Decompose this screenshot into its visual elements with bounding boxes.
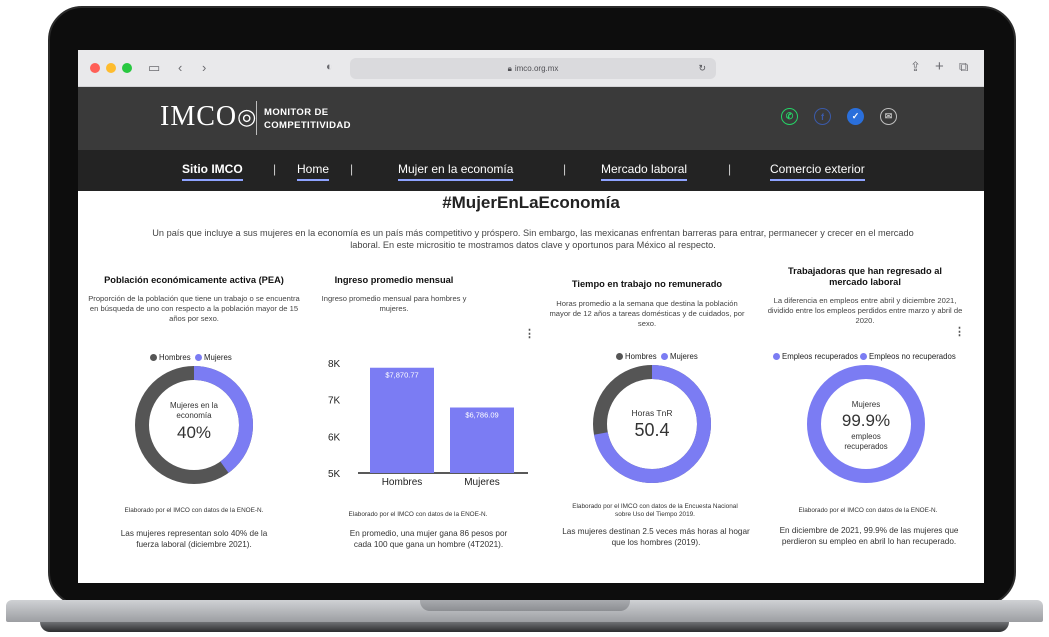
share-icon[interactable]: ⇪: [910, 59, 921, 75]
card-description: Horas promedio a la semana que destina l…: [549, 299, 745, 328]
twitter-icon[interactable]: ✓: [847, 108, 864, 125]
donut-center-text: Mujeres en la economía 40%: [169, 401, 219, 442]
card-description: Ingreso promedio mensual para hombres y …: [321, 294, 467, 313]
chart-legend: Empleos recuperados Empleos no recuperad…: [773, 352, 956, 361]
laptop-frame: ▭ ‹ › ◐ 🔒︎ imco.org.mx ↻ ⇪ + ⧉ IMCO◎ MON…: [0, 0, 1049, 637]
donut-center-text: Mujeres 99.9% empleos recuperados: [841, 400, 891, 451]
y-tick-label: 8K: [328, 359, 341, 370]
bar-data-label: $6,786.09: [465, 411, 498, 420]
card-title: Población económicamente activa (PEA): [104, 275, 284, 285]
card-description: La diferencia en empleos entre abril y d…: [767, 296, 963, 325]
bar-chart-ingreso: 5K 6K 7K 8K $7,870.77 Hombres $6,786.09 Mujeres: [328, 359, 528, 488]
forward-icon[interactable]: ›: [202, 60, 206, 75]
url-text: imco.org.mx: [514, 64, 559, 73]
y-tick-label: 5K: [328, 469, 341, 480]
back-icon[interactable]: ‹: [178, 60, 182, 75]
reload-icon[interactable]: ↻: [698, 63, 706, 74]
card-pea: Población económicamente activa (PEA) Pr…: [88, 275, 300, 324]
minimize-window-button[interactable]: [106, 63, 116, 73]
main-nav: Sitio IMCO | Home | Mujer en la economía…: [78, 150, 984, 191]
card-title: Trabajadoras que han regresado al mercad…: [788, 266, 942, 287]
chart-note: En promedio, una mujer gana 86 pesos por…: [349, 529, 508, 549]
chart-credit: Elaborado por el IMCO con datos de la EN…: [124, 507, 264, 514]
card-tiempo: Tiempo en trabajo no remunerado Horas pr…: [548, 275, 746, 329]
laptop-base: [0, 598, 1049, 637]
new-tab-icon[interactable]: +: [935, 58, 944, 75]
donut-center-text: Horas TnR 50.4: [631, 408, 673, 440]
browser-toolbar: ▭ ‹ › ◐ 🔒︎ imco.org.mx ↻ ⇪ + ⧉: [78, 50, 984, 87]
tabs-overview-icon[interactable]: ⧉: [959, 59, 968, 75]
x-category-label: Hombres: [382, 477, 423, 488]
site-header: IMCO◎ MONITOR DE COMPETITIVIDAD ✆ f ✓ ✉: [78, 87, 984, 150]
browser-window: ▭ ‹ › ◐ 🔒︎ imco.org.mx ↻ ⇪ + ⧉ IMCO◎ MON…: [78, 50, 984, 583]
nav-comercio-exterior[interactable]: Comercio exterior: [770, 162, 865, 181]
y-tick-label: 7K: [328, 396, 341, 407]
whatsapp-icon[interactable]: ✆: [781, 108, 798, 125]
more-options-icon[interactable]: ⋮: [524, 327, 535, 340]
card-ingreso: Ingreso promedio mensual Ingreso promedi…: [304, 275, 484, 314]
sidebar-icon[interactable]: ▭: [148, 60, 160, 76]
y-tick-label: 6K: [328, 432, 341, 443]
nav-mujer-economia[interactable]: Mujer en la economía: [398, 162, 514, 181]
x-category-label: Mujeres: [464, 477, 500, 488]
chart-legend: Hombres Mujeres: [150, 353, 232, 362]
nav-sitio-imco[interactable]: Sitio IMCO: [182, 162, 243, 181]
more-options-icon[interactable]: ⋮: [954, 325, 965, 338]
site-tagline: MONITOR DE COMPETITIVIDAD: [264, 107, 351, 131]
chart-legend: Hombres Mujeres: [616, 352, 698, 361]
nav-home[interactable]: Home: [297, 162, 330, 181]
chart-credit: Elaborado por el IMCO con datos de la EN…: [798, 507, 938, 514]
page-title: #MujerEnLaEconomía: [442, 193, 620, 212]
email-icon[interactable]: ✉: [880, 108, 897, 125]
close-window-button[interactable]: [90, 63, 100, 73]
main-content: #MujerEnLaEconomía Un país que incluye a…: [78, 191, 984, 583]
lock-icon: 🔒︎: [507, 63, 512, 73]
bar-data-label: $7,870.77: [385, 371, 418, 380]
chart-note: Las mujeres representan solo 40% de la f…: [120, 529, 268, 549]
card-trabajadoras: Trabajadoras que han regresado al mercad…: [762, 266, 968, 326]
maximize-window-button[interactable]: [122, 63, 132, 73]
facebook-icon[interactable]: f: [814, 108, 831, 125]
chart-note: En diciembre de 2021, 99.9% de las mujer…: [779, 526, 959, 546]
card-title: Ingreso promedio mensual: [334, 275, 454, 285]
chart-credit: Elaborado por el IMCO con datos de la En…: [572, 503, 738, 518]
intro-text: Un país que incluye a sus mujeres en la …: [152, 228, 914, 250]
chart-note: Las mujeres destinan 2.5 veces más horas…: [562, 527, 750, 547]
chart-credit: Elaborado por el IMCO con datos de la EN…: [348, 511, 488, 518]
bar-hombres[interactable]: [370, 367, 434, 473]
imco-logo[interactable]: IMCO◎: [160, 101, 257, 133]
card-description: Proporción de la población que tiene un …: [88, 294, 300, 323]
social-links: ✆ f ✓ ✉: [781, 108, 897, 125]
card-title: Tiempo en trabajo no remunerado: [571, 279, 723, 289]
privacy-shield-icon[interactable]: ◐: [326, 61, 333, 73]
nav-mercado-laboral[interactable]: Mercado laboral: [601, 162, 688, 181]
address-bar[interactable]: 🔒︎ imco.org.mx ↻: [350, 58, 716, 79]
